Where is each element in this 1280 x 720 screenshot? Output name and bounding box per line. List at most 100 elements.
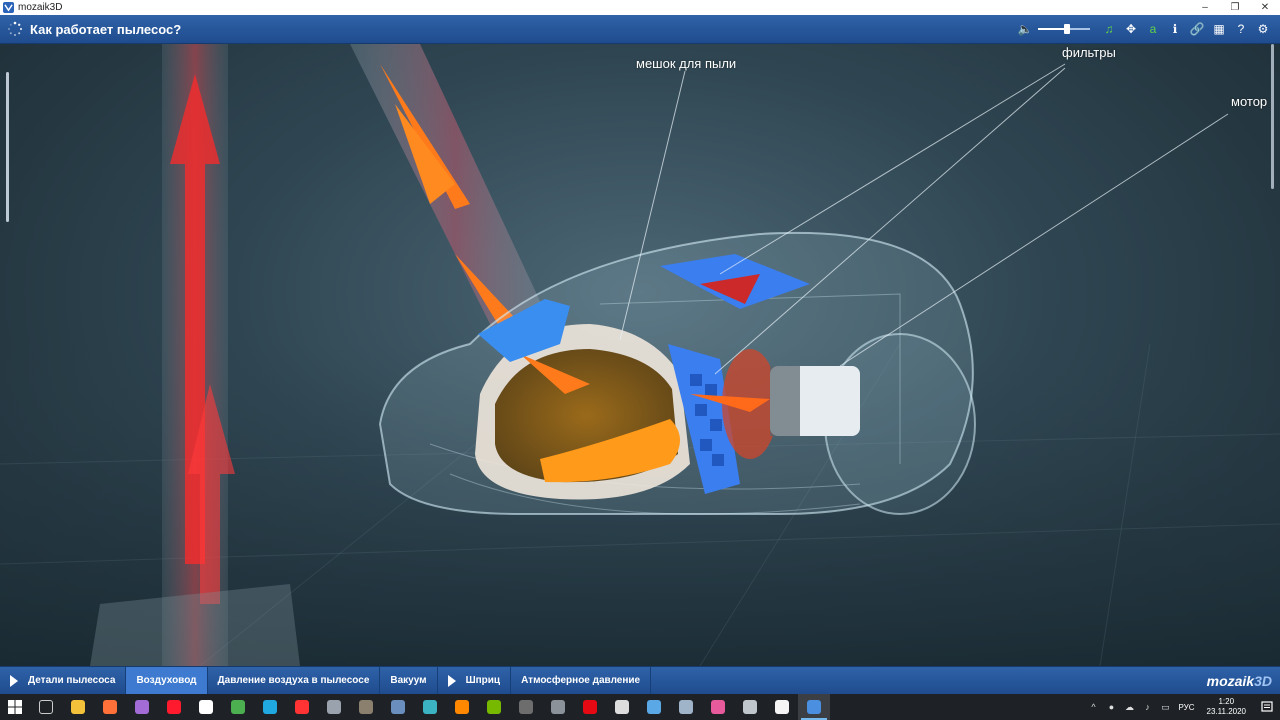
app-doc-icon[interactable]	[382, 694, 414, 720]
app-teal-icon[interactable]	[414, 694, 446, 720]
camera-icon[interactable]	[542, 694, 574, 720]
vlc-icon[interactable]	[446, 694, 478, 720]
microphone-icon[interactable]: ●	[1106, 701, 1118, 713]
edge-icon[interactable]	[254, 694, 286, 720]
play-icon	[10, 674, 18, 687]
mozaik-icon[interactable]	[798, 694, 830, 720]
right-scroll-indicator[interactable]	[1271, 44, 1274, 189]
file-explorer-icon-glyph	[71, 700, 85, 714]
chrome-icon[interactable]	[222, 694, 254, 720]
app-drop-icon[interactable]	[702, 694, 734, 720]
toolbar: 🔈 ♫ ✥ a ℹ 🔗 ▦? ⚙	[1014, 18, 1274, 40]
brand-suffix: 3D	[1254, 672, 1272, 689]
start-button[interactable]	[0, 694, 30, 720]
nav-chapter-6[interactable]: Атмосферное давление	[511, 667, 652, 694]
nav-chapter-2[interactable]: Воздуховод	[126, 667, 208, 694]
move-icon[interactable]: ✥	[1120, 18, 1142, 40]
music-icon[interactable]: ♫	[1098, 18, 1120, 40]
netflix-icon-glyph	[583, 700, 597, 714]
minimize-button[interactable]: –	[1190, 0, 1220, 15]
label-dust-bag[interactable]: мешок для пыли	[636, 56, 736, 71]
scene-viewport[interactable]: мешок для пыли фильтры мотор	[0, 44, 1280, 666]
system-tray: ^ ● ☁ ♪ ▭ РУС 1:20 23.11.2020	[1085, 694, 1280, 720]
yandex-icon[interactable]	[286, 694, 318, 720]
chapter-nav: Детали пылесоса Воздуховод Давление воздух…	[0, 666, 1280, 694]
steam-icon-glyph	[679, 700, 693, 714]
opera-icon[interactable]	[158, 694, 190, 720]
notification-center-icon[interactable]	[1254, 701, 1280, 713]
nav-chapter-1[interactable]: Детали пылесоса	[0, 667, 127, 694]
file-explorer-icon[interactable]	[62, 694, 94, 720]
app-purple-icon-glyph	[135, 700, 149, 714]
language-indicator[interactable]: РУС	[1179, 703, 1195, 712]
vlc-icon-glyph	[455, 700, 469, 714]
app-gray-icon[interactable]	[318, 694, 350, 720]
app-gray-icon-glyph	[327, 700, 341, 714]
app-doc-icon-glyph	[391, 700, 405, 714]
firefox-icon-glyph	[103, 700, 117, 714]
yandex-browser-icon-glyph	[199, 700, 213, 714]
play-icon	[447, 674, 456, 687]
nav-chapter-label: Шприц	[465, 675, 501, 686]
mozaik-icon-glyph	[807, 700, 821, 714]
volume-slider-handle[interactable]	[1063, 24, 1070, 34]
link-icon[interactable]: 🔗	[1186, 18, 1208, 40]
taskbar-apps	[30, 694, 830, 720]
steam-icon[interactable]	[670, 694, 702, 720]
yandex-icon-glyph	[295, 700, 309, 714]
vacuum-cleaner-scene[interactable]	[0, 44, 1280, 666]
clock-time: 1:20	[1218, 697, 1235, 706]
left-scroll-indicator[interactable]	[6, 72, 9, 222]
window-title: mozaik3D	[18, 2, 63, 13]
task-view-icon[interactable]	[30, 694, 62, 720]
gmail-icon-glyph	[615, 700, 629, 714]
nav-chapter-4[interactable]: Вакуум	[380, 667, 438, 694]
app-purple-icon[interactable]	[126, 694, 158, 720]
cloud-icon[interactable]: ☁	[1124, 701, 1136, 713]
nvidia-icon-glyph	[487, 700, 501, 714]
yandex-browser-icon[interactable]	[190, 694, 222, 720]
opera-icon-glyph	[167, 700, 181, 714]
app-teal-icon-glyph	[423, 700, 437, 714]
store-icon[interactable]	[766, 694, 798, 720]
firefox-icon[interactable]	[94, 694, 126, 720]
grid-icon[interactable]: ▦	[1208, 18, 1230, 40]
task-view-icon-glyph	[39, 700, 53, 714]
loading-spinner-icon	[8, 21, 23, 36]
clock[interactable]: 1:20 23.11.2020	[1207, 697, 1246, 717]
nvidia-icon[interactable]	[478, 694, 510, 720]
calculator-icon[interactable]	[510, 694, 542, 720]
nav-chapter-label: Детали пылесоса	[28, 675, 116, 686]
font-icon[interactable]: a	[1142, 18, 1164, 40]
camera-icon-glyph	[551, 700, 565, 714]
app-box-icon[interactable]	[350, 694, 382, 720]
nav-chapter-label: Атмосферное давление	[521, 675, 641, 686]
nav-chapter-label: Вакуум	[390, 675, 427, 686]
window-titlebar: mozaik3D – ❐ ✕	[0, 0, 1280, 15]
restore-button[interactable]: ❐	[1220, 0, 1250, 15]
info-icon[interactable]: ℹ	[1164, 18, 1186, 40]
volume-slider[interactable]	[1038, 22, 1090, 36]
close-button[interactable]: ✕	[1250, 0, 1280, 15]
network-icon[interactable]: ▭	[1160, 701, 1172, 713]
gear-icon[interactable]: ⚙	[1252, 18, 1274, 40]
help-icon[interactable]: ?	[1230, 18, 1252, 40]
lesson-title: Как работает пылесос?	[30, 21, 182, 37]
label-filters[interactable]: фильтры	[1062, 45, 1116, 60]
app-window-icon[interactable]	[734, 694, 766, 720]
speaker-icon[interactable]: ♪	[1142, 701, 1154, 713]
motor-callout-line	[839, 113, 1229, 367]
app-drop-icon-glyph	[711, 700, 725, 714]
label-motor[interactable]: мотор	[1231, 94, 1267, 109]
gmail-icon[interactable]	[606, 694, 638, 720]
netflix-icon[interactable]	[574, 694, 606, 720]
app-blue-icon[interactable]	[638, 694, 670, 720]
app-window-icon-glyph	[743, 700, 757, 714]
volume-icon[interactable]: 🔈	[1014, 18, 1036, 40]
app-box-icon-glyph	[359, 700, 373, 714]
app-blue-icon-glyph	[647, 700, 661, 714]
chevron-up-icon[interactable]: ^	[1088, 701, 1100, 713]
nav-chapter-5[interactable]: Шприц	[438, 667, 512, 694]
nav-chapter-3[interactable]: Давление воздуха в пылесосе	[208, 667, 381, 694]
